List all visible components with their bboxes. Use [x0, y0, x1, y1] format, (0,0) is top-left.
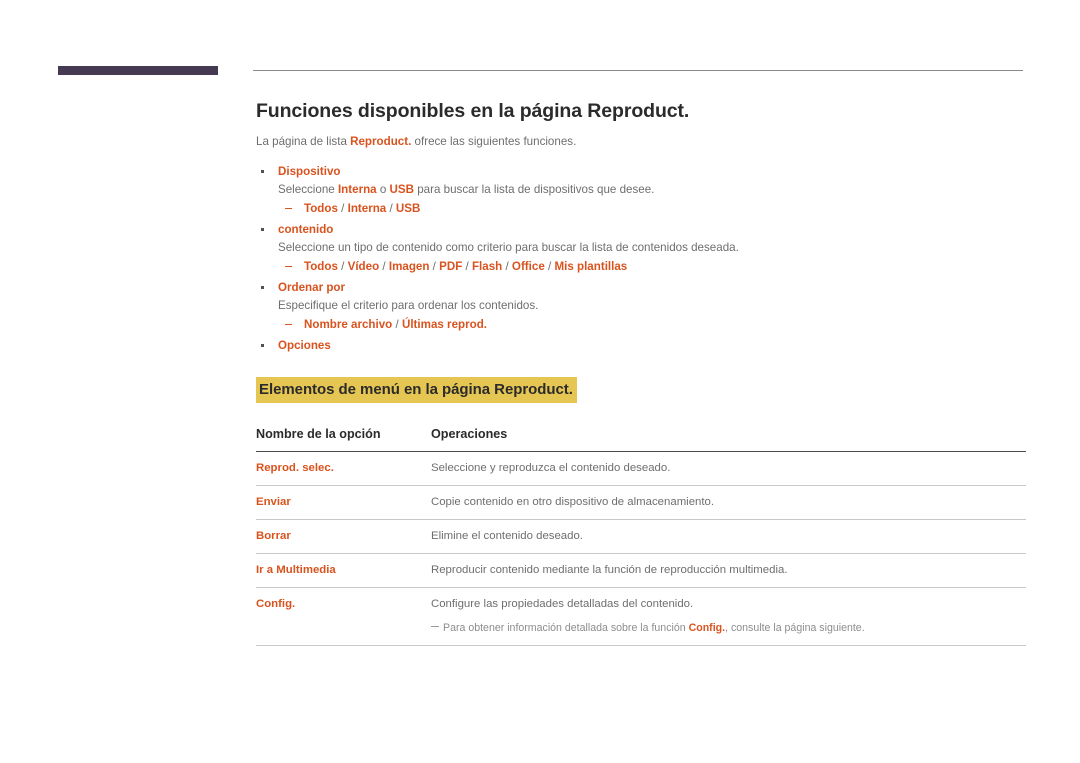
bullet-dot-icon [261, 285, 264, 289]
table-row: Config. Configure las propiedades detall… [256, 587, 1026, 646]
bullet-group-ordenar-por: Ordenar por Especifique el criterio para… [256, 278, 1026, 334]
desc-accent-usb: USB [389, 182, 414, 196]
bullet-label-contenido: contenido [256, 220, 1026, 239]
table-row: Ir a Multimedia Reproducir contenido med… [256, 553, 1026, 588]
option-name-cell: Enviar [256, 485, 431, 520]
bullet-label-text: Ordenar por [278, 280, 345, 294]
bullet-dot-icon [261, 227, 264, 231]
desc-after: para buscar la lista de dispositivos que… [413, 182, 655, 196]
feature-bullet-list: Dispositivo Seleccione Interna o USB par… [256, 162, 1026, 355]
note-accent-config: Config. [688, 621, 726, 634]
column-header-operations: Operaciones [431, 426, 1026, 452]
bullet-group-contenido: contenido Seleccione un tipo de contenid… [256, 220, 1026, 276]
dash-icon [285, 207, 292, 210]
option-name-cell: Reprod. selec. [256, 451, 431, 486]
desc-before: Seleccione [278, 182, 338, 196]
note-dash-icon [431, 625, 439, 628]
menu-items-table: Nombre de la opción Operaciones Reprod. … [256, 426, 1026, 646]
intro-paragraph: La página de lista Reproduct. ofrece las… [256, 134, 1026, 150]
table-row: Borrar Elimine el contenido deseado. [256, 519, 1026, 554]
option-name-cell: Config. [256, 587, 431, 646]
option-desc-cell: Elimine el contenido deseado. [431, 519, 1026, 554]
bullet-dot-icon [261, 343, 264, 347]
option-desc-text: Configure las propiedades detalladas del… [431, 597, 694, 610]
sub-heading-highlighted: Elementos de menú en la página Reproduct… [256, 376, 577, 403]
note-text-after: , consulte la página siguiente. [725, 621, 865, 634]
sub-heading-container: Elementos de menú en la página Reproduct… [256, 376, 1026, 403]
bullet-options-text: Todos / Vídeo / Imagen / PDF / Flash / O… [304, 259, 628, 273]
config-footnote: Para obtener información detallada sobre… [431, 621, 1026, 636]
intro-text-before: La página de lista [256, 135, 351, 148]
bullet-label-text: contenido [278, 222, 334, 236]
option-desc-cell: Copie contenido en otro dispositivo de a… [431, 485, 1026, 520]
bullet-label-text: Dispositivo [278, 164, 341, 178]
note-text-before: Para obtener información detallada sobre… [443, 621, 689, 634]
option-desc-cell: Reproducir contenido mediante la función… [431, 553, 1026, 588]
bullet-group-opciones: Opciones [256, 336, 1026, 355]
desc-mid: o [376, 182, 390, 196]
header-decoration-bar [58, 66, 218, 75]
bullet-label-text: Opciones [278, 338, 331, 352]
option-name-cell: Ir a Multimedia [256, 553, 431, 588]
page-title: Funciones disponibles en la página Repro… [256, 100, 690, 122]
option-desc-cell: Configure las propiedades detalladas del… [431, 587, 1026, 646]
column-header-option-name: Nombre de la opción [256, 426, 431, 452]
bullet-group-dispositivo: Dispositivo Seleccione Interna o USB par… [256, 162, 1026, 218]
header-rule [253, 70, 1023, 71]
table-header-row: Nombre de la opción Operaciones [256, 426, 1026, 452]
dash-icon [285, 323, 292, 326]
desc-accent-interna: Interna [337, 182, 377, 196]
bullet-dot-icon [261, 169, 264, 173]
bullet-label-ordenar-por: Ordenar por [256, 278, 1026, 297]
bullet-options-dispositivo: Todos / Interna / USB [256, 199, 1026, 218]
bullet-label-opciones: Opciones [256, 336, 1026, 355]
bullet-options-text: Nombre archivo / Últimas reprod. [304, 317, 487, 331]
bullet-options-ordenar-por: Nombre archivo / Últimas reprod. [256, 315, 1026, 334]
option-name-cell: Borrar [256, 519, 431, 554]
table-row: Enviar Copie contenido en otro dispositi… [256, 485, 1026, 520]
bullet-options-contenido: Todos / Vídeo / Imagen / PDF / Flash / O… [256, 257, 1026, 276]
option-desc-cell: Seleccione y reproduzca el contenido des… [431, 451, 1026, 486]
bullet-desc-dispositivo: Seleccione Interna o USB para buscar la … [256, 181, 1026, 199]
bullet-options-text: Todos / Interna / USB [304, 201, 421, 215]
intro-text-after: ofrece las siguientes funciones. [411, 135, 577, 148]
bullet-desc-contenido: Seleccione un tipo de contenido como cri… [278, 240, 739, 254]
bullet-label-dispositivo: Dispositivo [256, 162, 1026, 181]
table-row: Reprod. selec. Seleccione y reproduzca e… [256, 451, 1026, 486]
intro-accent-term: Reproduct. [350, 135, 412, 148]
dash-icon [285, 265, 292, 268]
bullet-desc-ordenar-por: Especifique el criterio para ordenar los… [278, 298, 539, 312]
page-content: Funciones disponibles en la página Repro… [256, 98, 1026, 646]
